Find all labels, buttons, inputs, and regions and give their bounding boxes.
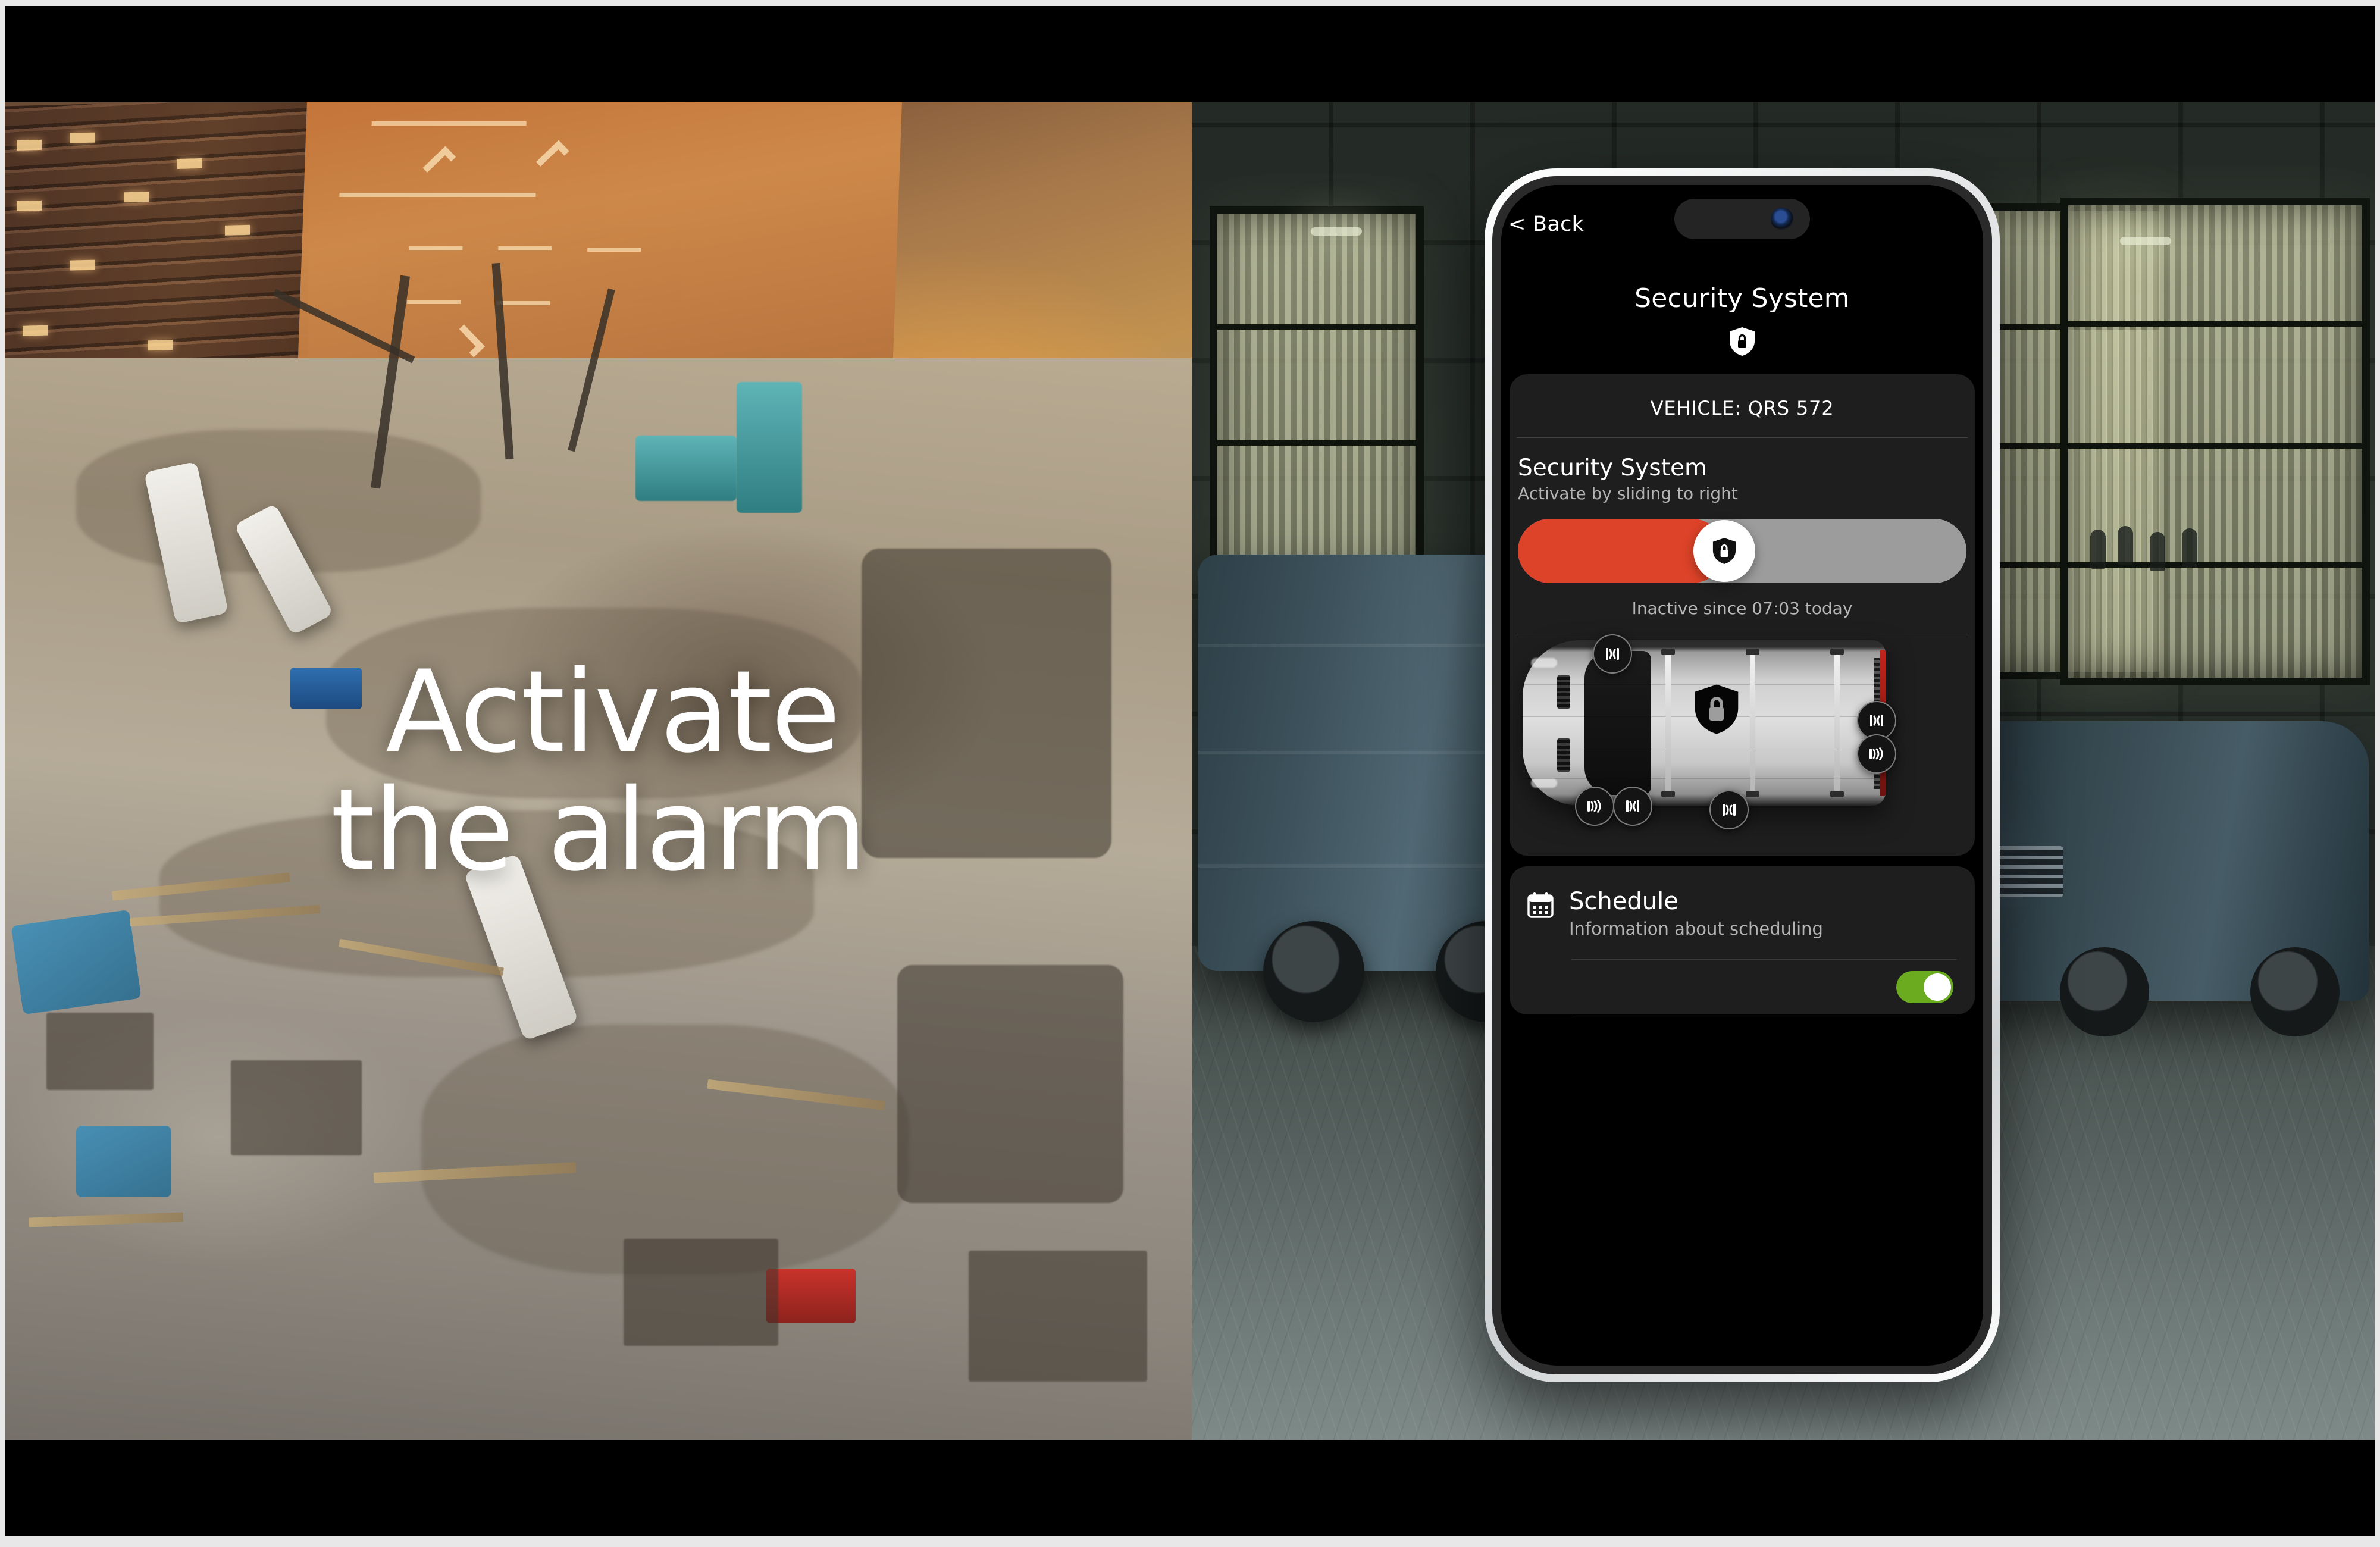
back-button[interactable]: < Back <box>1508 212 1584 236</box>
motion-sensor-icon[interactable] <box>1857 734 1896 774</box>
security-status-text: Inactive since 07:03 today <box>1631 599 1853 618</box>
slider-knob[interactable] <box>1693 520 1755 582</box>
schedule-row[interactable]: Schedule Information about scheduling <box>1527 888 1957 939</box>
person-silhouette <box>2118 526 2133 565</box>
schedule-subtitle: Information about scheduling <box>1569 919 1823 939</box>
phone-bezel: < Back Security System VEHICLE: QRS 572 … <box>1492 176 1992 1374</box>
door-contact-sensor-icon[interactable] <box>1593 634 1632 674</box>
video-letterbox-frame: Activate the alarm < Back Security Syste… <box>5 6 2375 1536</box>
security-control-block: Security System Activate by sliding to r… <box>1510 438 1975 634</box>
vehicle-armed-shield-icon <box>1694 683 1739 735</box>
phone-mockup: < Back Security System VEHICLE: QRS 572 … <box>1485 168 2000 1382</box>
screen-header: < Back Security System <box>1501 185 1983 374</box>
next-setting-row-partial[interactable] <box>1571 960 1957 1014</box>
enable-toggle[interactable] <box>1896 971 1953 1003</box>
schedule-card[interactable]: Schedule Information about scheduling <box>1510 866 1975 1014</box>
security-system-card: VEHICLE: QRS 572 Security System Activat… <box>1510 374 1975 856</box>
page-title: Security System <box>1634 283 1850 314</box>
motion-sensor-icon[interactable] <box>1575 787 1614 826</box>
schedule-text: Schedule Information about scheduling <box>1569 888 1823 939</box>
back-button-label: < Back <box>1508 212 1584 236</box>
ceiling-light <box>1311 227 1362 236</box>
slide-to-activate-track[interactable] <box>1518 519 1966 583</box>
door-contact-sensor-icon[interactable] <box>1709 790 1749 829</box>
person-silhouette <box>2182 528 2197 568</box>
security-section-subtitle: Activate by sliding to right <box>1518 484 1738 503</box>
vehicle-identifier: VEHICLE: QRS 572 <box>1650 397 1834 419</box>
person-silhouette <box>2090 530 2106 569</box>
screen-scroll-body[interactable]: VEHICLE: QRS 572 Security System Activat… <box>1501 374 1983 1366</box>
front-camera-icon <box>1771 208 1793 230</box>
depot-window <box>2060 198 2370 685</box>
left-panel-construction-site: Activate the alarm <box>5 102 1192 1440</box>
screenshot-root: Activate the alarm < Back Security Syste… <box>0 0 2380 1547</box>
shield-lock-icon <box>1712 537 1736 565</box>
vehicle-sensor-diagram <box>1518 634 1966 843</box>
dynamic-island <box>1674 199 1810 239</box>
person-silhouette <box>2150 532 2165 571</box>
split-screen-content: Activate the alarm <box>5 102 2375 1440</box>
phone-screen: < Back Security System VEHICLE: QRS 572 … <box>1501 185 1983 1366</box>
schedule-title: Schedule <box>1569 888 1678 915</box>
security-section-title: Security System <box>1518 455 1707 481</box>
calendar-icon <box>1527 891 1554 919</box>
site-excavation-ground <box>5 262 1192 1440</box>
toggle-knob <box>1924 973 1951 1001</box>
ceiling-light <box>2120 237 2171 245</box>
door-contact-sensor-icon[interactable] <box>1613 787 1652 826</box>
shield-lock-icon <box>1729 327 1755 356</box>
